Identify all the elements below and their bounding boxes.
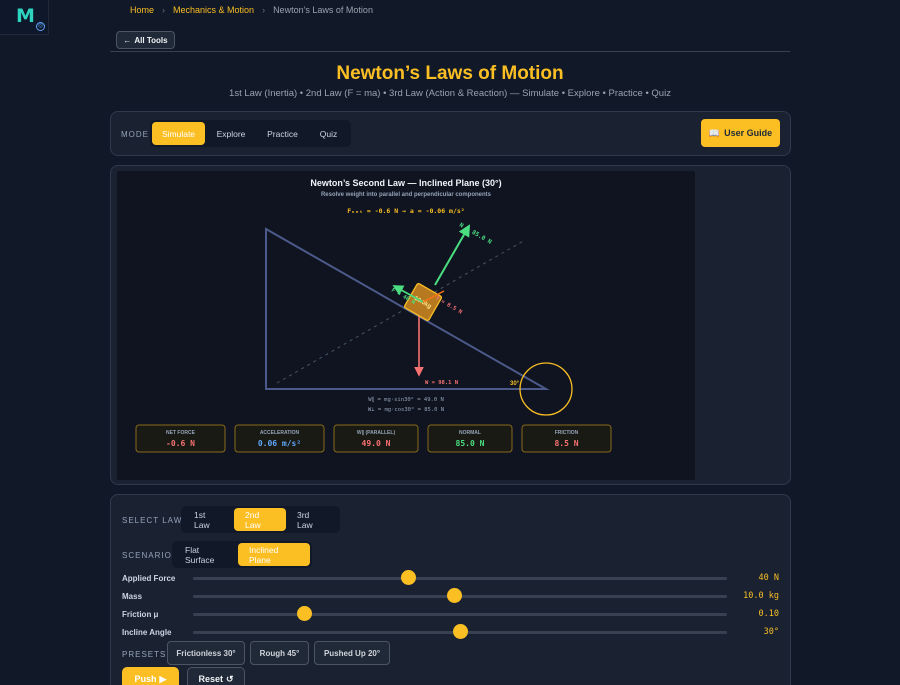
preset-pushed-up-button[interactable]: Pushed Up 20° xyxy=(314,641,390,665)
play-icon: ▶ xyxy=(159,673,167,684)
logo-badge-icon: ◎ xyxy=(36,22,45,31)
friction-force-label: f = 8.5 N xyxy=(434,296,463,316)
svg-text:ACCELERATION: ACCELERATION xyxy=(260,430,300,436)
book-icon: 📖 xyxy=(708,127,721,138)
readout-acceleration: ACCELERATION 0.06 m/s² xyxy=(234,424,325,453)
slider-value: 30° xyxy=(763,627,779,637)
controls-panel: SELECT LAW 1st Law 2nd Law 3rd Law SCENA… xyxy=(110,494,791,685)
slider-thumb[interactable] xyxy=(401,570,416,585)
preset-frictionless-button[interactable]: Frictionless 30° xyxy=(167,641,245,665)
svg-text:8.5 N: 8.5 N xyxy=(554,439,578,448)
logo-letter: M xyxy=(16,5,35,27)
preset-rough-button[interactable]: Rough 45° xyxy=(250,641,309,665)
page-title: Newton’s Laws of Motion xyxy=(336,63,564,84)
net-force-equation: Fₙₑₜ = -0.6 N → a = -0.06 m/s² xyxy=(347,207,464,215)
tab-simulate[interactable]: Simulate xyxy=(152,122,205,145)
tab-explore[interactable]: Explore xyxy=(205,122,257,145)
readout-parallel-weight: W∥ (PARALLEL) 49.0 N xyxy=(333,424,419,453)
user-guide-label: User Guide xyxy=(724,128,773,138)
select-law-label: SELECT LAW xyxy=(122,516,183,525)
breadcrumb-separator-icon: › xyxy=(162,5,166,15)
breadcrumb-separator-icon: › xyxy=(262,5,266,15)
push-button[interactable]: Push ▶ xyxy=(122,667,179,685)
tab-flat-surface[interactable]: Flat Surface xyxy=(174,543,238,566)
tab-inclined-plane[interactable]: Inclined Plane xyxy=(238,543,310,566)
slider-label: Friction μ xyxy=(122,610,159,619)
all-tools-label: All Tools xyxy=(134,35,168,45)
reset-button[interactable]: Reset ↺ xyxy=(187,667,245,685)
all-tools-button[interactable]: ← All Tools xyxy=(116,31,175,49)
svg-text:49.0 N: 49.0 N xyxy=(362,439,391,448)
slider-value: 10.0 kg xyxy=(743,591,779,601)
mode-tabs: Simulate Explore Practice Quiz xyxy=(150,120,351,147)
tab-quiz[interactable]: Quiz xyxy=(308,122,349,145)
svg-text:NORMAL: NORMAL xyxy=(459,430,481,436)
angle-label: 30° xyxy=(510,381,520,387)
breadcrumb-current: Newton’s Laws of Motion xyxy=(273,5,373,15)
svg-text:-0.6 N: -0.6 N xyxy=(166,439,195,448)
slider-value: 40 N xyxy=(758,573,779,583)
simulation-panel: Newton’s Second Law — Inclined Plane (30… xyxy=(110,165,791,485)
header-divider xyxy=(110,51,790,52)
scenario-tabs: Flat Surface Inclined Plane xyxy=(172,541,312,568)
tab-law-1[interactable]: 1st Law xyxy=(183,508,234,531)
sim-title: Newton’s Second Law — Inclined Plane (30… xyxy=(310,178,501,188)
perpendicular-guide xyxy=(276,239,526,384)
presets-label: PRESETS xyxy=(122,650,167,659)
normal-force-arrow xyxy=(434,224,470,286)
breadcrumb: Home › Mechanics & Motion › Newton’s Law… xyxy=(130,5,373,15)
user-guide-button[interactable]: 📖 User Guide xyxy=(701,119,780,147)
svg-text:85.0 N: 85.0 N xyxy=(456,439,485,448)
slider-label: Incline Angle xyxy=(122,628,172,637)
law-tabs: 1st Law 2nd Law 3rd Law xyxy=(181,506,340,533)
page-subtitle: 1st Law (Inertia) • 2nd Law (F = ma) • 3… xyxy=(229,88,671,99)
reset-label: Reset xyxy=(198,674,223,684)
scenario-label: SCENARIO xyxy=(122,551,172,560)
simulation-canvas[interactable]: Newton’s Second Law — Inclined Plane (30… xyxy=(117,171,695,480)
app-logo[interactable]: M ◎ xyxy=(0,0,49,35)
slider-label: Mass xyxy=(122,592,143,601)
tab-practice[interactable]: Practice xyxy=(257,122,308,145)
readout-net-force: NET FORCE -0.6 N xyxy=(135,424,226,453)
svg-text:0.06 m/s²: 0.06 m/s² xyxy=(258,439,301,448)
breadcrumb-home-link[interactable]: Home xyxy=(130,5,154,15)
weight-label: W = 98.1 N xyxy=(425,380,458,386)
reset-icon: ↺ xyxy=(225,673,234,684)
readout-friction: FRICTION 8.5 N xyxy=(521,424,612,453)
slider-track[interactable] xyxy=(193,577,727,580)
tab-law-2[interactable]: 2nd Law xyxy=(234,508,286,531)
push-label: Push xyxy=(134,674,157,684)
normal-force-label: N = 85.0 N xyxy=(458,222,493,246)
svg-text:W∥ (PARALLEL): W∥ (PARALLEL) xyxy=(357,430,396,436)
slider-thumb[interactable] xyxy=(447,588,462,603)
mode-label: MODE xyxy=(121,130,149,139)
sim-subtitle: Resolve weight into parallel and perpend… xyxy=(321,192,492,198)
slider-thumb[interactable] xyxy=(297,606,312,621)
parallel-component-eq: W∥ = mg·sin30° = 49.0 N xyxy=(368,396,444,403)
svg-text:NET FORCE: NET FORCE xyxy=(166,430,196,436)
arrow-left-icon: ← xyxy=(123,35,132,45)
slider-label: Applied Force xyxy=(122,574,176,583)
mode-panel: MODE Simulate Explore Practice Quiz 📖 Us… xyxy=(110,111,791,156)
breadcrumb-section-link[interactable]: Mechanics & Motion xyxy=(173,5,254,15)
perpendicular-component-eq: W⊥ = mg·cos30° = 85.0 N xyxy=(368,407,444,413)
slider-track[interactable] xyxy=(193,613,727,616)
tab-law-3[interactable]: 3rd Law xyxy=(286,508,338,531)
readout-normal: NORMAL 85.0 N xyxy=(427,424,513,453)
slider-thumb[interactable] xyxy=(453,624,468,639)
incline-diagram: Newton’s Second Law — Inclined Plane (30… xyxy=(135,178,612,453)
slider-value: 0.10 xyxy=(758,609,779,619)
svg-text:FRICTION: FRICTION xyxy=(555,430,579,436)
